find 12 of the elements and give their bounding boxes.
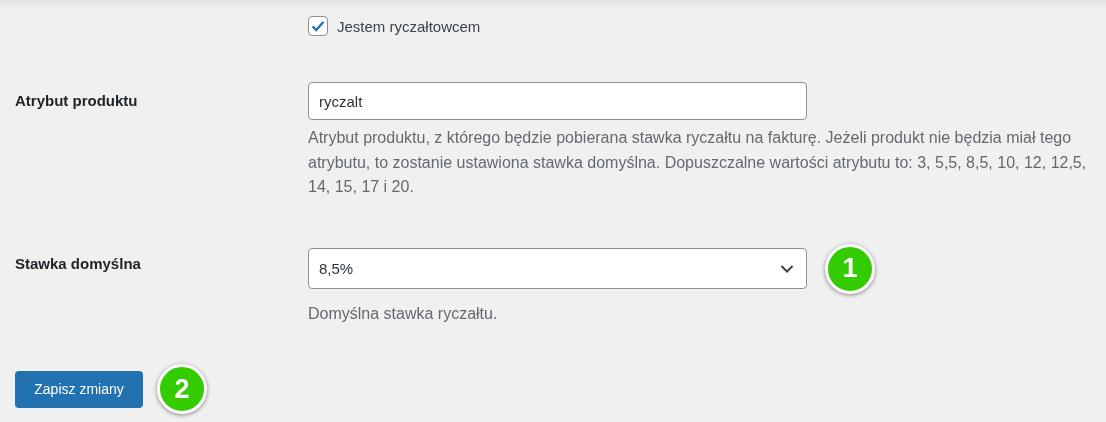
number-badge: 2 xyxy=(157,364,207,414)
checkbox[interactable] xyxy=(308,16,328,36)
select-dropdown[interactable]: 8,5% xyxy=(308,248,807,289)
field-description: Domyślna stawka ryczałtu. xyxy=(308,303,499,324)
field-label: Atrybut produktu xyxy=(15,91,139,111)
save-button[interactable]: Zapisz zmiany xyxy=(15,370,143,408)
checkbox-label: Jestem ryczałtowcem xyxy=(337,17,481,35)
chevron-down-icon xyxy=(780,263,794,274)
field-description: Atrybut produktu, z którego będzie pobierana stawka ryczałtu na fakturę. Jeżeli produkt nie będzia miał tego atrybutu, to zostanie ustawiona stawka domyślna. Dopuszczalne wartości atrybutu to: 3, 5,5, 8,5, 10, 12, 12,5, 14, 15, 17 i 20. xyxy=(308,128,1088,197)
input-field[interactable]: ryczalt xyxy=(308,82,807,120)
number-badge: 1 xyxy=(825,243,875,294)
field-label: Stawka domyślna xyxy=(15,253,142,274)
